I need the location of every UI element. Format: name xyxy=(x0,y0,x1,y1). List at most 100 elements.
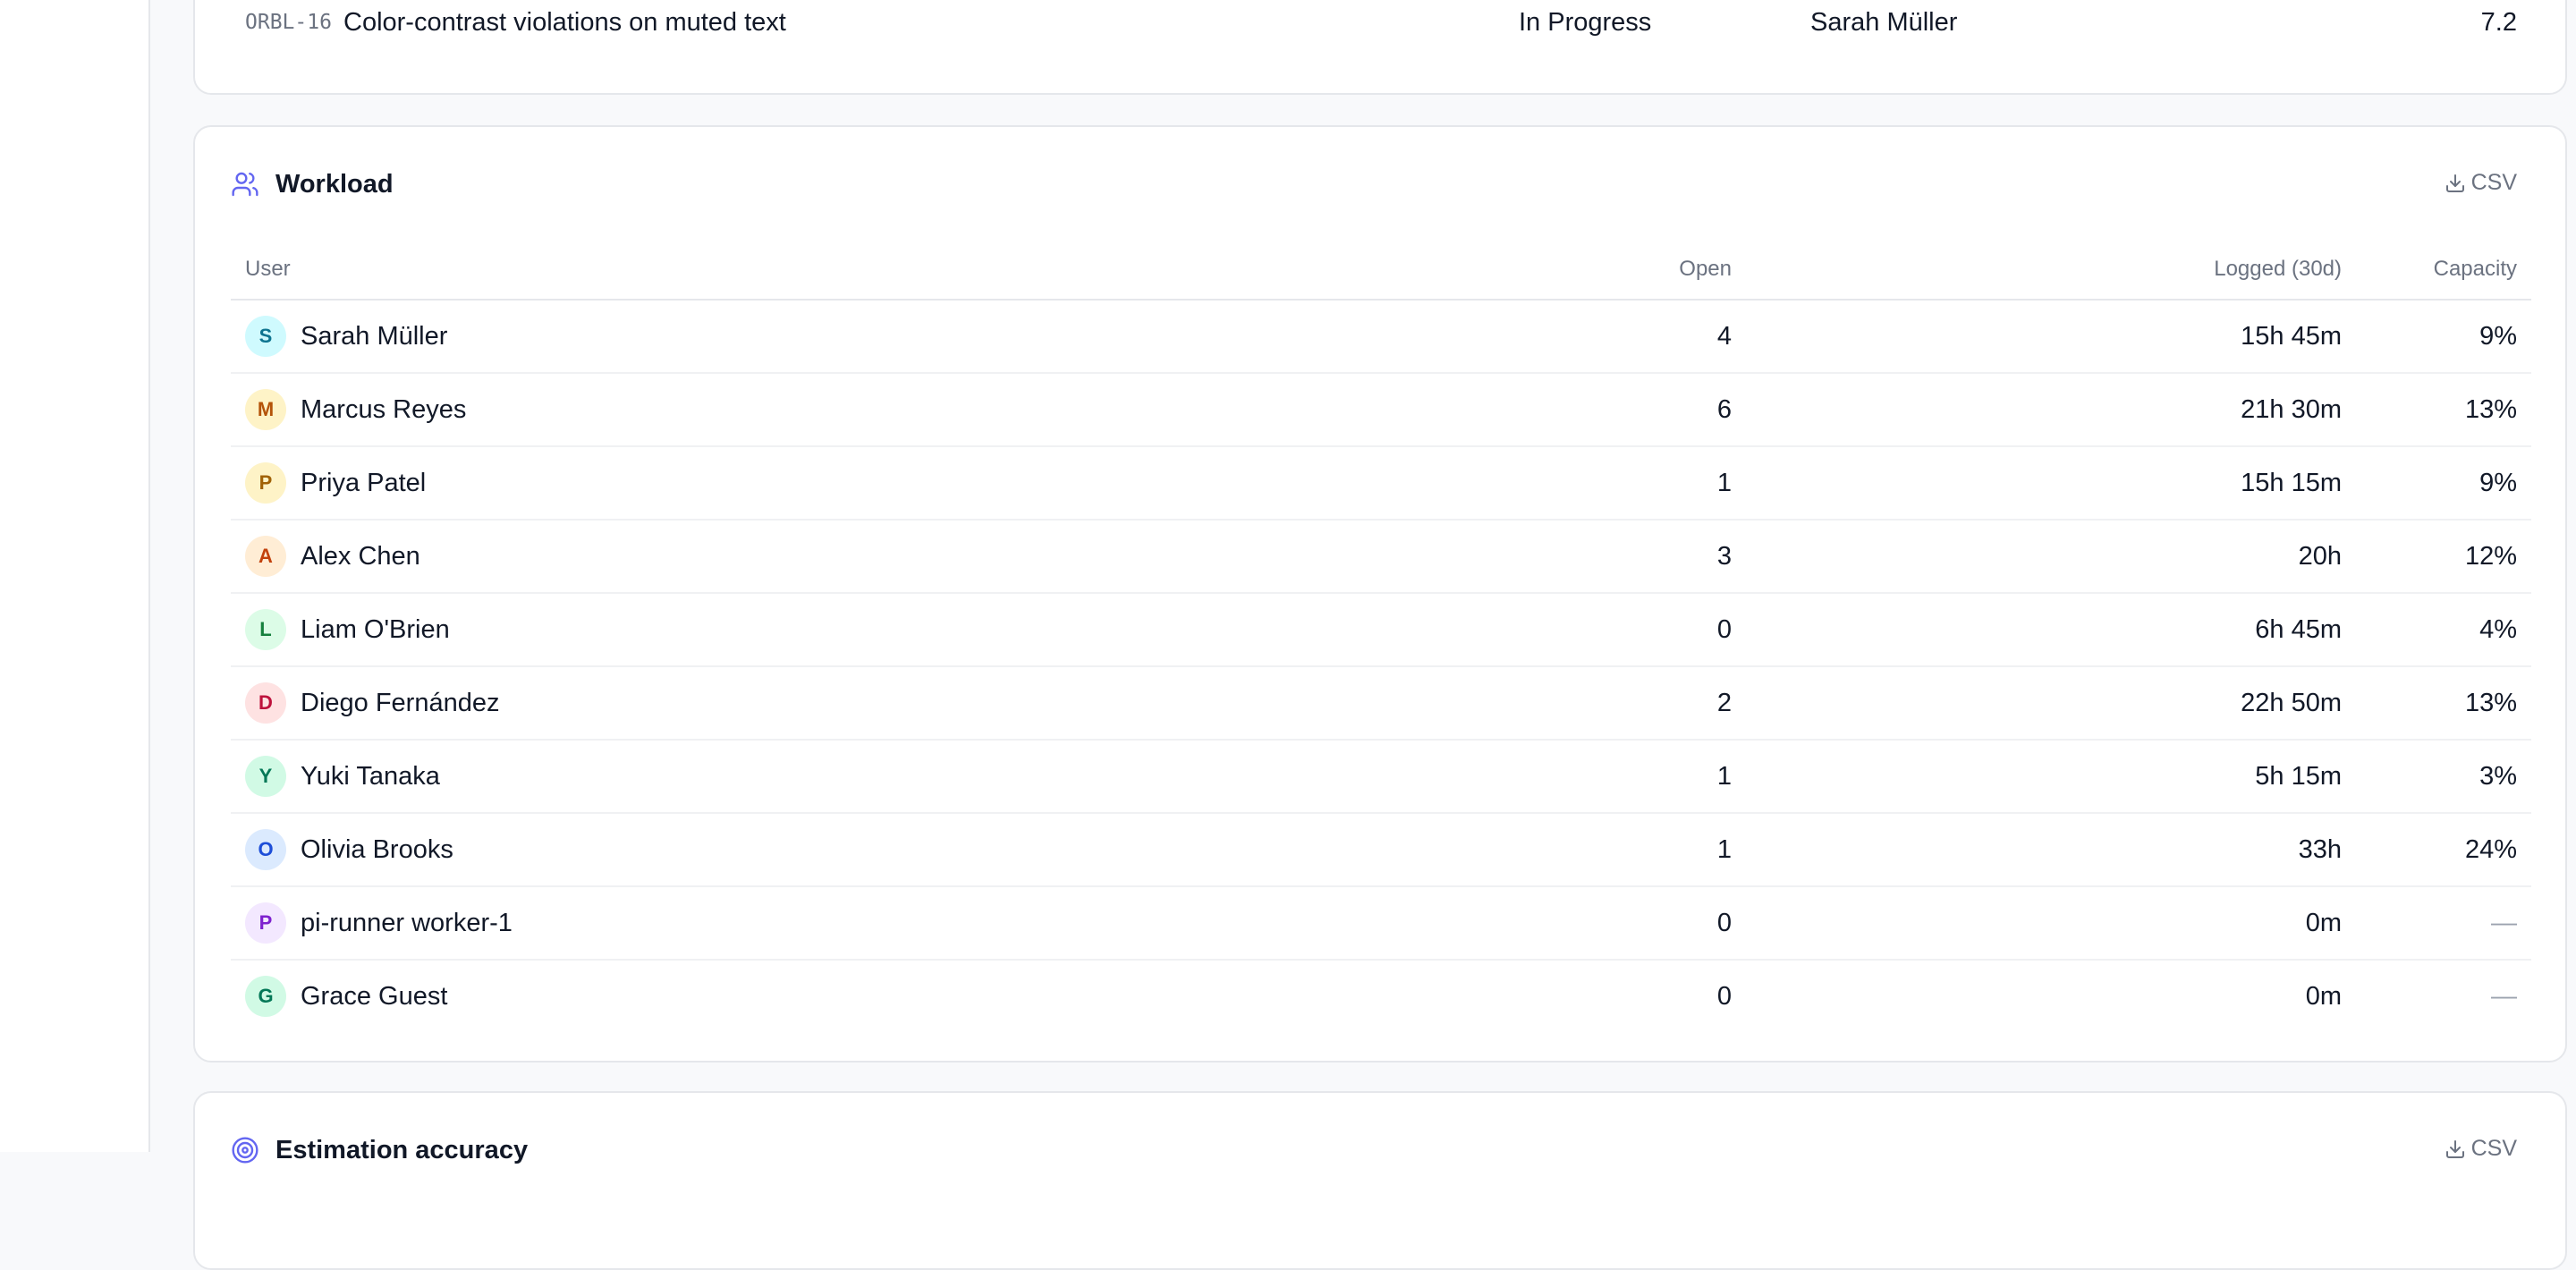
open-count: 4 xyxy=(1333,300,1746,374)
capacity-value: — xyxy=(2356,886,2531,961)
avatar: O xyxy=(245,829,286,870)
user-name[interactable]: Diego Fernández xyxy=(301,689,499,718)
user-cell: L Liam O'Brien xyxy=(231,593,1333,667)
user-name[interactable]: Yuki Tanaka xyxy=(301,762,440,792)
issue-row[interactable]: ORBL-16 Color-contrast violations on mut… xyxy=(195,2,2565,55)
table-row[interactable]: P Priya Patel 1 15h 15m 9% xyxy=(231,446,2531,521)
top-issues-card: ORBL-16 Color-contrast violations on mut… xyxy=(193,0,2567,95)
capacity-value: — xyxy=(2491,981,2517,1011)
capacity-value: 9% xyxy=(2356,300,2531,374)
user-name[interactable]: Marcus Reyes xyxy=(301,395,466,425)
csv-label: CSV xyxy=(2470,170,2517,195)
user-name[interactable]: Priya Patel xyxy=(301,469,426,498)
table-row[interactable]: Y Yuki Tanaka 1 5h 15m 3% xyxy=(231,740,2531,814)
logged-time: 6h 45m xyxy=(1746,593,2356,667)
avatar: P xyxy=(245,902,286,944)
issue-assignee: Sarah Müller xyxy=(1810,8,1958,37)
capacity-value: 4% xyxy=(2356,593,2531,667)
open-count: 0 xyxy=(1333,886,1746,961)
user-cell-content: M Marcus Reyes xyxy=(245,389,1318,430)
issue-status: In Progress xyxy=(1519,8,1652,37)
column-header-capacity[interactable]: Capacity xyxy=(2356,240,2531,301)
user-name[interactable]: Alex Chen xyxy=(301,542,420,572)
user-cell: O Olivia Brooks xyxy=(231,813,1333,887)
users-icon xyxy=(232,172,258,197)
avatar: Y xyxy=(245,756,286,797)
issue-key: ORBL-16 xyxy=(245,11,332,34)
csv-label: CSV xyxy=(2470,1136,2517,1161)
table-row[interactable]: G Grace Guest 0 0m — xyxy=(231,960,2531,1032)
user-cell-content: G Grace Guest xyxy=(245,976,1318,1017)
logged-time: 15h 15m xyxy=(1746,446,2356,521)
user-cell-content: S Sarah Müller xyxy=(245,316,1318,357)
open-count: 6 xyxy=(1333,373,1746,447)
workload-header: Workload CSV xyxy=(231,163,2517,207)
workload-csv-button[interactable]: CSV xyxy=(2445,170,2517,196)
open-count: 0 xyxy=(1716,981,1732,1011)
logged-time: 33h xyxy=(1746,813,2356,887)
table-row[interactable]: S Sarah Müller 4 15h 45m 9% xyxy=(231,300,2531,374)
table-row[interactable]: Ppi-runner worker-1 0 0m — xyxy=(231,886,2531,961)
logged-time: 22h 50m xyxy=(1746,666,2356,741)
capacity-value: 12% xyxy=(2356,520,2531,594)
target-icon xyxy=(232,1137,258,1164)
table-row[interactable]: A Alex Chen 3 20h 12% xyxy=(231,520,2531,594)
workload-card: Workload CSV User Open Logged (30d) Capa… xyxy=(193,125,2567,1063)
user-cell: D Diego Fernández xyxy=(231,666,1333,741)
column-header-logged[interactable]: Logged (30d) xyxy=(1746,240,2356,301)
user-cell: G Grace Guest xyxy=(231,960,1333,1032)
user-cell: M Marcus Reyes xyxy=(231,373,1333,447)
column-header-open[interactable]: Open xyxy=(1333,240,1746,301)
open-count: 0 xyxy=(1333,593,1746,667)
open-count: 3 xyxy=(1333,520,1746,594)
open-count: 1 xyxy=(1333,740,1746,814)
column-header-user[interactable]: User xyxy=(231,240,1333,301)
logged-time: 5h 15m xyxy=(1746,740,2356,814)
user-cell-content: P Priya Patel xyxy=(245,462,1318,504)
user-name[interactable]: Liam O'Brien xyxy=(301,615,450,645)
avatar: D xyxy=(245,682,286,724)
capacity-value: 9% xyxy=(2356,446,2531,521)
table-row[interactable]: L Liam O'Brien 0 6h 45m 4% xyxy=(231,593,2531,667)
table-row[interactable]: O Olivia Brooks 1 33h 24% xyxy=(231,813,2531,887)
user-cell-content: Ppi-runner worker-1 xyxy=(245,902,1318,944)
user-name[interactable]: Sarah Müller xyxy=(301,322,447,351)
user-name[interactable]: Grace Guest xyxy=(301,982,447,1012)
user-name[interactable]: Olivia Brooks xyxy=(301,835,453,865)
avatar: L xyxy=(245,609,286,650)
logged-time: 20h xyxy=(1746,520,2356,594)
open-count: 1 xyxy=(1333,446,1746,521)
user-cell-content: A Alex Chen xyxy=(245,536,1318,577)
user-cell: P Priya Patel xyxy=(231,446,1333,521)
user-cell-content: O Olivia Brooks xyxy=(245,829,1318,870)
estimation-header: Estimation accuracy CSV xyxy=(231,1129,2517,1173)
user-cell: Ppi-runner worker-1 xyxy=(231,886,1333,961)
sidebar xyxy=(0,0,150,1152)
workload-table-body: S Sarah Müller 4 15h 45m 9% M Marcus Reyes 6 21h… xyxy=(231,300,2531,1032)
capacity-value: 24% xyxy=(2356,813,2531,887)
workload-title: Workload xyxy=(275,170,394,199)
issue-title[interactable]: Color-contrast violations on muted text xyxy=(343,8,786,38)
avatar: M xyxy=(245,389,286,430)
capacity-value: 13% xyxy=(2356,666,2531,741)
avatar: P xyxy=(245,462,286,504)
avatar: G xyxy=(245,976,286,1017)
estimation-csv-button[interactable]: CSV xyxy=(2445,1136,2517,1162)
user-cell: S Sarah Müller xyxy=(231,300,1333,374)
user-cell-content: D Diego Fernández xyxy=(245,682,1318,724)
table-row[interactable]: D Diego Fernández 2 22h 50m 13% xyxy=(231,666,2531,741)
user-cell-content: Y Yuki Tanaka xyxy=(245,756,1318,797)
capacity-value: 3% xyxy=(2356,740,2531,814)
logged-time: 0m xyxy=(2305,981,2342,1011)
logged-time: 21h 30m xyxy=(1746,373,2356,447)
user-name[interactable]: pi-runner worker-1 xyxy=(301,909,513,938)
issue-score: 7.2 xyxy=(2480,8,2517,37)
capacity-value: 13% xyxy=(2356,373,2531,447)
table-row[interactable]: M Marcus Reyes 6 21h 30m 13% xyxy=(231,373,2531,447)
user-cell: A Alex Chen xyxy=(231,520,1333,594)
table-header-row: User Open Logged (30d) Capacity xyxy=(231,240,2531,301)
download-icon xyxy=(2445,1139,2464,1158)
estimation-title: Estimation accuracy xyxy=(275,1136,529,1164)
estimation-card: Estimation accuracy CSV xyxy=(193,1091,2567,1270)
logged-time: 15h 45m xyxy=(1746,300,2356,374)
